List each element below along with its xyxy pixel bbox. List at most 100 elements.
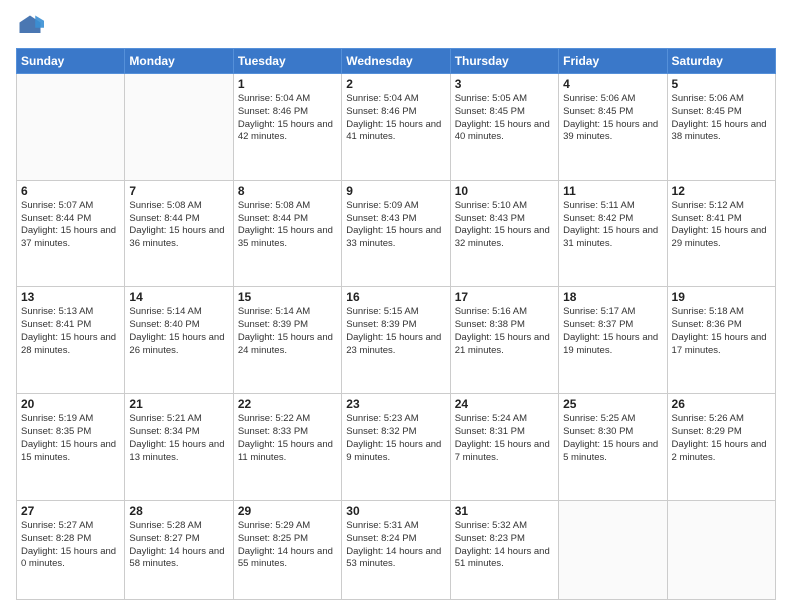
- calendar-cell: 14 Sunrise: 5:14 AM Sunset: 8:40 PM Dayli…: [125, 287, 233, 394]
- calendar-cell: 21Sunrise: 5:21 AM Sunset: 8:34 PM Dayli…: [125, 394, 233, 501]
- col-header-tuesday: Tuesday: [233, 49, 341, 74]
- day-info: Sunrise: 5:04 AM Sunset: 8:46 PM Dayligh…: [346, 93, 445, 144]
- header-row: SundayMondayTuesdayWednesdayThursdayFrid…: [17, 49, 776, 74]
- calendar-cell: 12 Sunrise: 5:12 AM Sunset: 8:41 PM Dayli…: [667, 180, 775, 287]
- calendar-cell: 27Sunrise: 5:27 AM Sunset: 8:28 PM Dayli…: [17, 500, 125, 599]
- day-number: 16: [346, 290, 445, 304]
- day-info: Sunrise: 5:23 AM Sunset: 8:32 PM Dayligh…: [346, 413, 445, 464]
- day-info: Sunrise: 5:12 AM Sunset: 8:41 PM Dayligh…: [672, 200, 771, 251]
- day-info: Sunrise: 5:06 AM Sunset: 8:45 PM Dayligh…: [672, 93, 771, 144]
- day-info: Sunrise: 5:06 AM Sunset: 8:45 PM Dayligh…: [563, 93, 662, 144]
- calendar-cell: 8Sunrise: 5:08 AM Sunset: 8:44 PM Daylig…: [233, 180, 341, 287]
- col-header-sunday: Sunday: [17, 49, 125, 74]
- day-info: Sunrise: 5:31 AM Sunset: 8:24 PM Dayligh…: [346, 520, 445, 571]
- day-info: Sunrise: 5:09 AM Sunset: 8:43 PM Dayligh…: [346, 200, 445, 251]
- day-info: Sunrise: 5:08 AM Sunset: 8:44 PM Dayligh…: [129, 200, 228, 251]
- calendar-header: SundayMondayTuesdayWednesdayThursdayFrid…: [17, 49, 776, 74]
- day-number: 2: [346, 77, 445, 91]
- calendar-cell: 26 Sunrise: 5:26 AM Sunset: 8:29 PM Dayli…: [667, 394, 775, 501]
- day-number: 4: [563, 77, 662, 91]
- day-info: Sunrise: 5:26 AM Sunset: 8:29 PM Dayligh…: [672, 413, 771, 464]
- day-info: Sunrise: 5:21 AM Sunset: 8:34 PM Dayligh…: [129, 413, 228, 464]
- calendar-cell: 22Sunrise: 5:22 AM Sunset: 8:33 PM Dayli…: [233, 394, 341, 501]
- calendar-table: SundayMondayTuesdayWednesdayThursdayFrid…: [16, 48, 776, 600]
- day-info: Sunrise: 5:13 AM Sunset: 8:41 PM Dayligh…: [21, 306, 120, 357]
- day-number: 30: [346, 504, 445, 518]
- calendar-cell: [559, 500, 667, 599]
- day-number: 23: [346, 397, 445, 411]
- day-number: 5: [672, 77, 771, 91]
- day-info: Sunrise: 5:18 AM Sunset: 8:36 PM Dayligh…: [672, 306, 771, 357]
- calendar-cell: 30 Sunrise: 5:31 AM Sunset: 8:24 PM Dayli…: [342, 500, 450, 599]
- calendar-cell: 9Sunrise: 5:09 AM Sunset: 8:43 PM Daylig…: [342, 180, 450, 287]
- day-number: 19: [672, 290, 771, 304]
- calendar-cell: 20Sunrise: 5:19 AM Sunset: 8:35 PM Dayli…: [17, 394, 125, 501]
- day-number: 13: [21, 290, 120, 304]
- calendar-cell: 10 Sunrise: 5:10 AM Sunset: 8:43 PM Dayli…: [450, 180, 558, 287]
- calendar-cell: 18Sunrise: 5:17 AM Sunset: 8:37 PM Dayli…: [559, 287, 667, 394]
- day-number: 1: [238, 77, 337, 91]
- logo-icon: [16, 12, 44, 40]
- calendar-cell: 7 Sunrise: 5:08 AM Sunset: 8:44 PM Daylig…: [125, 180, 233, 287]
- calendar-body: 1 Sunrise: 5:04 AM Sunset: 8:46 PM Daylig…: [17, 74, 776, 600]
- day-info: Sunrise: 5:19 AM Sunset: 8:35 PM Dayligh…: [21, 413, 120, 464]
- calendar-cell: 31 Sunrise: 5:32 AM Sunset: 8:23 PM Dayli…: [450, 500, 558, 599]
- col-header-monday: Monday: [125, 49, 233, 74]
- day-info: Sunrise: 5:32 AM Sunset: 8:23 PM Dayligh…: [455, 520, 554, 571]
- day-number: 26: [672, 397, 771, 411]
- col-header-thursday: Thursday: [450, 49, 558, 74]
- calendar-cell: 15 Sunrise: 5:14 AM Sunset: 8:39 PM Dayli…: [233, 287, 341, 394]
- day-number: 31: [455, 504, 554, 518]
- day-info: Sunrise: 5:05 AM Sunset: 8:45 PM Dayligh…: [455, 93, 554, 144]
- calendar-cell: 24 Sunrise: 5:24 AM Sunset: 8:31 PM Dayli…: [450, 394, 558, 501]
- calendar-cell: [17, 74, 125, 181]
- day-info: Sunrise: 5:28 AM Sunset: 8:27 PM Dayligh…: [129, 520, 228, 571]
- day-number: 8: [238, 184, 337, 198]
- day-number: 7: [129, 184, 228, 198]
- calendar-cell: 29 Sunrise: 5:29 AM Sunset: 8:25 PM Dayli…: [233, 500, 341, 599]
- day-info: Sunrise: 5:14 AM Sunset: 8:39 PM Dayligh…: [238, 306, 337, 357]
- calendar-cell: 13 Sunrise: 5:13 AM Sunset: 8:41 PM Dayli…: [17, 287, 125, 394]
- day-info: Sunrise: 5:07 AM Sunset: 8:44 PM Dayligh…: [21, 200, 120, 251]
- calendar-cell: 11Sunrise: 5:11 AM Sunset: 8:42 PM Dayli…: [559, 180, 667, 287]
- calendar-cell: [667, 500, 775, 599]
- day-info: Sunrise: 5:10 AM Sunset: 8:43 PM Dayligh…: [455, 200, 554, 251]
- week-row-5: 27Sunrise: 5:27 AM Sunset: 8:28 PM Dayli…: [17, 500, 776, 599]
- page: SundayMondayTuesdayWednesdayThursdayFrid…: [0, 0, 792, 612]
- day-number: 24: [455, 397, 554, 411]
- calendar-cell: 23 Sunrise: 5:23 AM Sunset: 8:32 PM Dayli…: [342, 394, 450, 501]
- col-header-friday: Friday: [559, 49, 667, 74]
- week-row-3: 13 Sunrise: 5:13 AM Sunset: 8:41 PM Dayli…: [17, 287, 776, 394]
- day-number: 17: [455, 290, 554, 304]
- day-info: Sunrise: 5:14 AM Sunset: 8:40 PM Dayligh…: [129, 306, 228, 357]
- col-header-wednesday: Wednesday: [342, 49, 450, 74]
- day-info: Sunrise: 5:16 AM Sunset: 8:38 PM Dayligh…: [455, 306, 554, 357]
- logo: [16, 12, 48, 40]
- day-info: Sunrise: 5:27 AM Sunset: 8:28 PM Dayligh…: [21, 520, 120, 571]
- calendar-cell: 6 Sunrise: 5:07 AM Sunset: 8:44 PM Daylig…: [17, 180, 125, 287]
- calendar-cell: [125, 74, 233, 181]
- day-info: Sunrise: 5:24 AM Sunset: 8:31 PM Dayligh…: [455, 413, 554, 464]
- day-number: 29: [238, 504, 337, 518]
- calendar-cell: 25 Sunrise: 5:25 AM Sunset: 8:30 PM Dayli…: [559, 394, 667, 501]
- calendar-cell: 2 Sunrise: 5:04 AM Sunset: 8:46 PM Daylig…: [342, 74, 450, 181]
- calendar-cell: 3 Sunrise: 5:05 AM Sunset: 8:45 PM Daylig…: [450, 74, 558, 181]
- day-number: 6: [21, 184, 120, 198]
- day-info: Sunrise: 5:17 AM Sunset: 8:37 PM Dayligh…: [563, 306, 662, 357]
- day-number: 12: [672, 184, 771, 198]
- week-row-4: 20Sunrise: 5:19 AM Sunset: 8:35 PM Dayli…: [17, 394, 776, 501]
- day-number: 15: [238, 290, 337, 304]
- calendar-cell: 28Sunrise: 5:28 AM Sunset: 8:27 PM Dayli…: [125, 500, 233, 599]
- calendar-cell: 17 Sunrise: 5:16 AM Sunset: 8:38 PM Dayli…: [450, 287, 558, 394]
- day-number: 25: [563, 397, 662, 411]
- day-number: 10: [455, 184, 554, 198]
- day-info: Sunrise: 5:25 AM Sunset: 8:30 PM Dayligh…: [563, 413, 662, 464]
- col-header-saturday: Saturday: [667, 49, 775, 74]
- calendar-cell: 5 Sunrise: 5:06 AM Sunset: 8:45 PM Daylig…: [667, 74, 775, 181]
- day-number: 14: [129, 290, 228, 304]
- day-number: 3: [455, 77, 554, 91]
- day-info: Sunrise: 5:11 AM Sunset: 8:42 PM Dayligh…: [563, 200, 662, 251]
- day-info: Sunrise: 5:29 AM Sunset: 8:25 PM Dayligh…: [238, 520, 337, 571]
- day-info: Sunrise: 5:04 AM Sunset: 8:46 PM Dayligh…: [238, 93, 337, 144]
- calendar-cell: 4 Sunrise: 5:06 AM Sunset: 8:45 PM Daylig…: [559, 74, 667, 181]
